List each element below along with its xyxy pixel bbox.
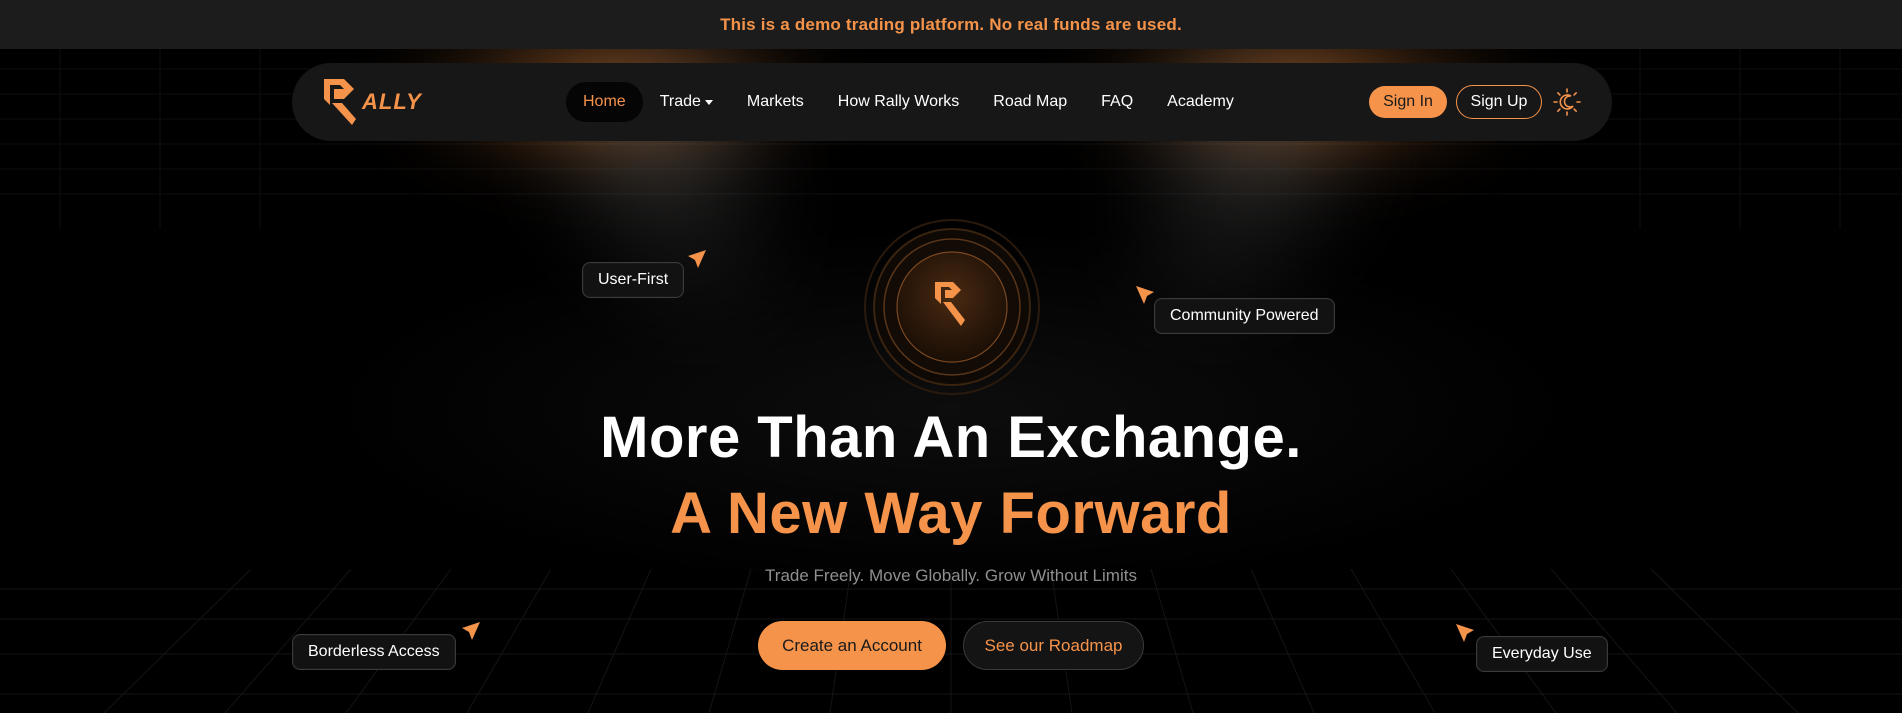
- tag-community-powered: Community Powered: [1154, 298, 1335, 334]
- sign-in-button[interactable]: Sign In: [1369, 86, 1447, 118]
- brand-name: ALLY: [362, 89, 422, 114]
- tag-borderless-label: Borderless Access: [308, 643, 440, 660]
- nav-markets-label: Markets: [746, 93, 804, 110]
- tag-everyday-use: Everyday Use: [1476, 636, 1608, 672]
- demo-banner: This is a demo trading platform. No real…: [0, 0, 1902, 49]
- cursor-pointer-icon: [688, 250, 706, 268]
- tag-user-first: User-First: [582, 262, 685, 298]
- nav-roadmap-label: Road Map: [993, 93, 1068, 110]
- nav-road-map[interactable]: Road Map: [976, 82, 1084, 122]
- tag-borderless-access: Borderless Access: [292, 634, 456, 670]
- chevron-down-icon: [704, 99, 713, 105]
- hero-tagline: Trade Freely. Move Globally. Grow Withou…: [765, 566, 1137, 585]
- hero-title: More Than An Exchange.: [600, 405, 1302, 470]
- rally-logo[interactable]: ALLY: [322, 75, 422, 129]
- sun-moon-icon[interactable]: [1552, 87, 1582, 117]
- create-account-button[interactable]: Create an Account: [758, 621, 946, 670]
- rally-emblem-icon: [864, 219, 1040, 395]
- sign-up-button[interactable]: Sign Up: [1456, 85, 1542, 119]
- nav-how-rally-works[interactable]: How Rally Works: [821, 82, 977, 122]
- nav-academy[interactable]: Academy: [1150, 82, 1251, 122]
- nav-how-label: How Rally Works: [837, 93, 960, 110]
- tag-everyday-label: Everyday Use: [1492, 645, 1592, 662]
- nav-trade[interactable]: Trade: [643, 82, 730, 122]
- rally-logo-icon: [324, 79, 356, 125]
- cursor-pointer-icon: [462, 622, 480, 640]
- cursor-pointer-icon: [1456, 624, 1474, 642]
- nav-home[interactable]: Home: [566, 82, 643, 122]
- tag-user-first-label: User-First: [598, 271, 669, 288]
- grid-pattern-bottom: [0, 569, 1902, 713]
- main-navbar: ALLY Home Trade Markets How Rally Works …: [292, 63, 1612, 141]
- nav-links: Home Trade Markets How Rally Works Road …: [566, 82, 1251, 122]
- hero-subtitle: A New Way Forward: [670, 481, 1232, 546]
- nav-faq[interactable]: FAQ: [1084, 82, 1150, 122]
- nav-home-label: Home: [583, 93, 626, 110]
- nav-markets[interactable]: Markets: [730, 82, 821, 122]
- tag-community-label: Community Powered: [1170, 307, 1319, 324]
- demo-banner-text: This is a demo trading platform. No real…: [720, 14, 1182, 34]
- nav-faq-label: FAQ: [1101, 93, 1134, 110]
- nav-trade-label: Trade: [659, 93, 701, 110]
- see-roadmap-button[interactable]: See our Roadmap: [963, 621, 1144, 670]
- nav-academy-label: Academy: [1167, 93, 1234, 110]
